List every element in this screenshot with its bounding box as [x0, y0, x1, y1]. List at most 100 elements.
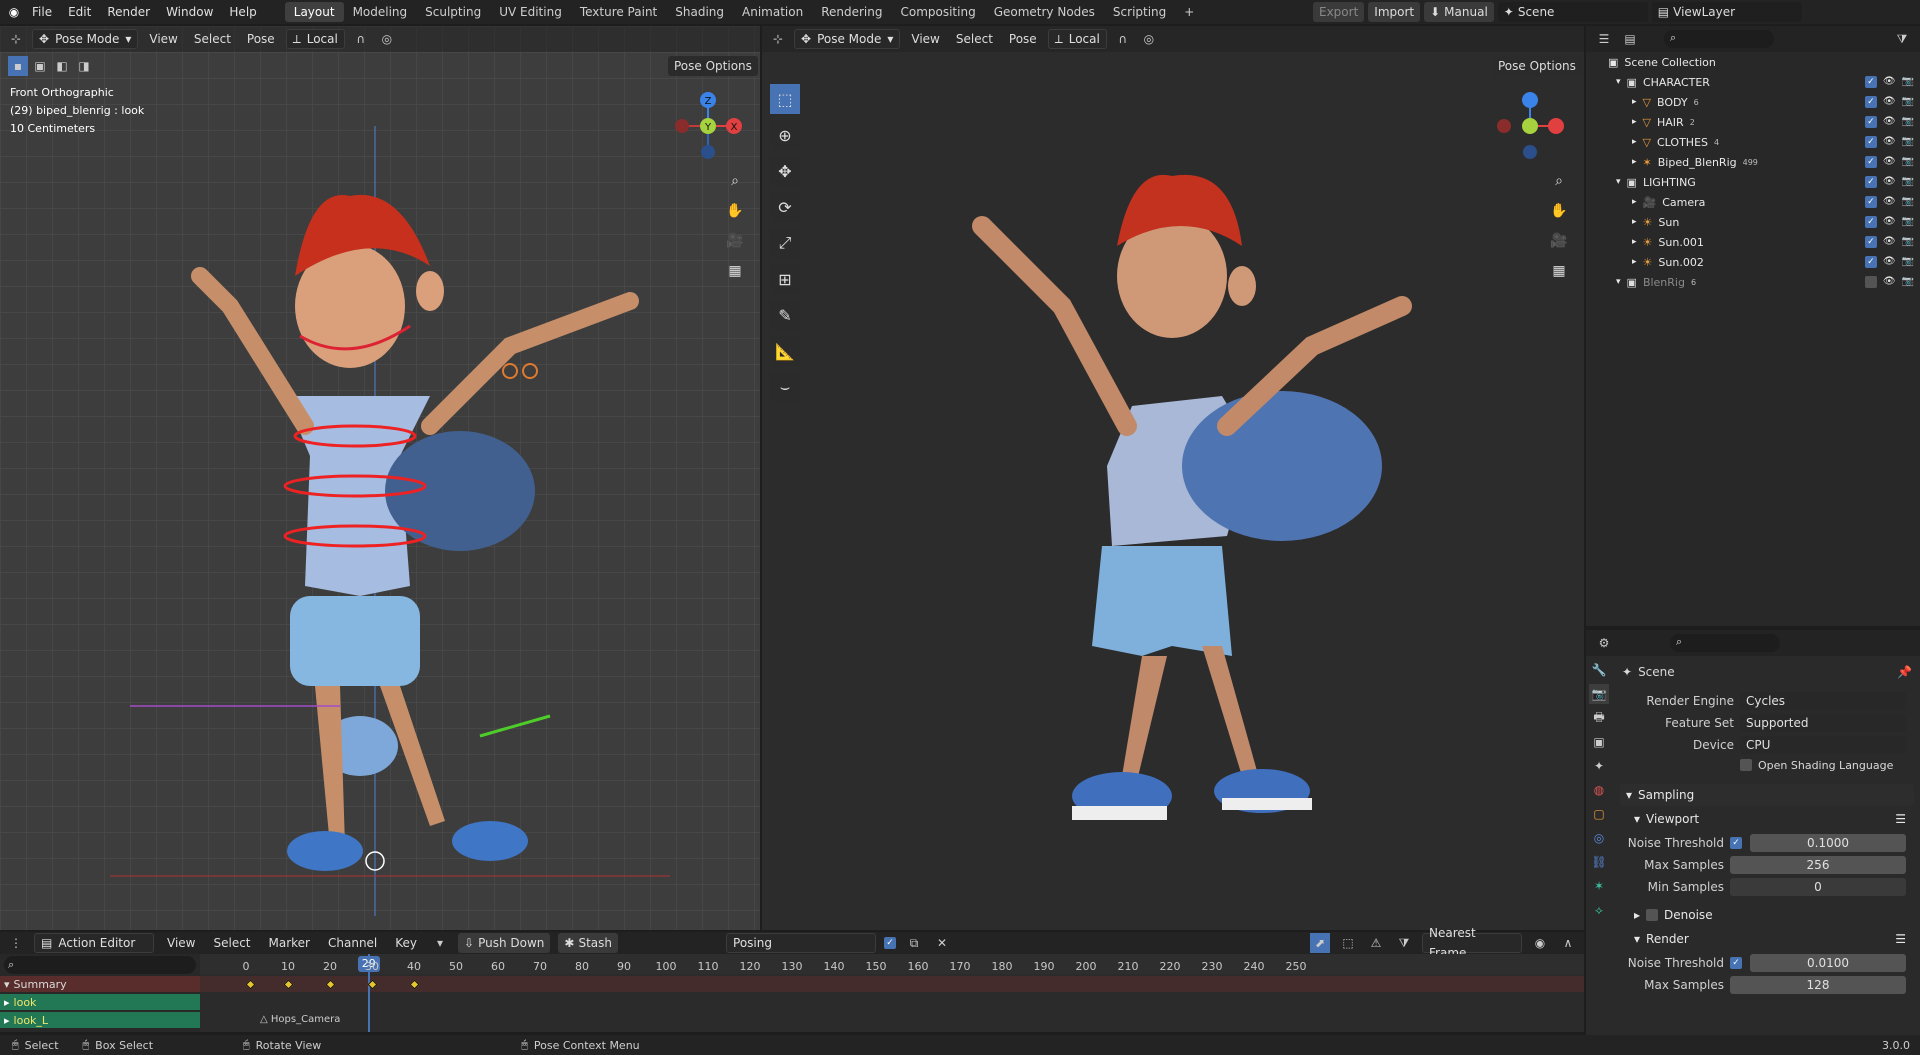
left-orientation-dropdown[interactable]: ⟂ Local [285, 29, 345, 49]
outliner-item[interactable]: ▸ ▽ CLOTHES 4 ✓ 👁 📷 [1586, 132, 1920, 152]
chevron-right-icon[interactable]: ▸ [1632, 97, 1637, 107]
right-menu-view[interactable]: View [906, 32, 944, 46]
pose-curve-tool-icon[interactable]: ⌣ [770, 372, 800, 402]
timeline-menu-select[interactable]: Select [208, 936, 255, 950]
select-subtract-icon[interactable]: ◧ [52, 56, 72, 76]
tab-sculpting[interactable]: Sculpting [416, 2, 490, 22]
chevron-right-icon[interactable]: ▸ [1632, 197, 1637, 207]
move-tool-icon[interactable]: ✥ [770, 156, 800, 186]
zoom-icon[interactable]: ⌕ [1546, 168, 1572, 194]
object-tab-icon[interactable]: ▢ [1589, 804, 1609, 824]
menu-file[interactable]: File [24, 0, 60, 24]
eye-icon[interactable]: 👁 [1883, 116, 1896, 128]
fake-user-toggle[interactable]: ✓ [884, 937, 897, 949]
eye-icon[interactable]: 👁 [1883, 216, 1896, 228]
import-button[interactable]: Import [1368, 2, 1421, 22]
eye-icon[interactable]: 👁 [1883, 176, 1896, 188]
snap-mode-dropdown[interactable]: Nearest Frame [1422, 926, 1522, 960]
tab-shading[interactable]: Shading [666, 2, 733, 22]
action-up-icon[interactable]: ▾ [430, 933, 450, 953]
channel-search-input[interactable]: ⌕ [4, 956, 196, 974]
device-dropdown[interactable]: CPU [1740, 736, 1906, 754]
right-navigation-gizmo[interactable] [1482, 84, 1572, 174]
render-camera-icon[interactable]: 📷 [1902, 116, 1914, 128]
export-button[interactable]: Export [1313, 2, 1365, 22]
chevron-down-icon[interactable]: ▾ [1616, 77, 1621, 87]
right-menu-pose[interactable]: Pose [1004, 32, 1042, 46]
duplicate-action-icon[interactable]: ⧉ [904, 933, 924, 953]
camera-view-icon[interactable]: 🎥 [1546, 228, 1572, 254]
render-camera-icon[interactable]: 📷 [1902, 276, 1914, 288]
output-tab-icon[interactable]: 🖶 [1589, 708, 1609, 728]
viewport-subsection-header[interactable]: ▾ Viewport ☰ [1620, 808, 1914, 830]
tab-compositing[interactable]: Compositing [891, 2, 984, 22]
chevron-right-icon[interactable]: ▸ [1632, 137, 1637, 147]
only-selected-icon[interactable]: ⬈ [1310, 933, 1330, 953]
blender-logo-icon[interactable]: ◉ [4, 2, 24, 22]
view-layer-selector[interactable]: ▤ ViewLayer [1651, 2, 1802, 22]
pan-hand-icon[interactable]: ✋ [722, 198, 748, 224]
eye-icon[interactable]: 👁 [1883, 136, 1896, 148]
eye-icon[interactable]: 👁 [1883, 196, 1896, 208]
exclude-checkbox[interactable]: ✓ [1864, 176, 1877, 188]
denoise-subsection-header[interactable]: ▸ Denoise [1620, 904, 1914, 926]
outliner-item[interactable]: ▸ ☀ Sun.001 ✓ 👁 📷 [1586, 232, 1920, 252]
exclude-checkbox[interactable]: ✓ [1864, 96, 1877, 108]
bone-tab-icon[interactable]: ✶ [1589, 876, 1609, 896]
outliner-item[interactable]: ▸ ✶ Biped_BlenRig 499 ✓ 👁 📷 [1586, 152, 1920, 172]
list-icon[interactable]: ☰ [1895, 932, 1914, 946]
tab-layout[interactable]: Layout [284, 2, 344, 22]
timeline-area[interactable]: 29 △ Hops_Camera 0 10 20 30 40 50 60 70 80 90 100 1… [200, 954, 1584, 1032]
outliner-item[interactable]: ▸ ▽ BODY 6 ✓ 👁 📷 [1586, 92, 1920, 112]
render-camera-icon[interactable]: 📷 [1902, 256, 1914, 268]
outliner-item[interactable]: ▾ ▣ CHARACTER ✓ 👁 📷 [1586, 72, 1920, 92]
tab-geometry-nodes[interactable]: Geometry Nodes [985, 2, 1104, 22]
left-viewport[interactable]: ⊹ ✥ Pose Mode ▾ View Select Pose ⟂ Local ∩ … [0, 26, 760, 930]
physics-tab-icon[interactable]: ◎ [1589, 828, 1609, 848]
gizmo-neg-z-axis[interactable] [1523, 145, 1537, 159]
measure-tool-icon[interactable]: 📐 [770, 336, 800, 366]
left-pose-options[interactable]: Pose Options [668, 56, 758, 76]
eye-icon[interactable]: 👁 [1883, 256, 1896, 268]
marker-hops-camera[interactable]: △ Hops_Camera [260, 1014, 340, 1025]
viewport-noise-threshold-checkbox[interactable]: ✓ [1730, 837, 1742, 849]
editor-type-icon[interactable]: ⊹ [6, 29, 26, 49]
gizmo-neg-z-axis[interactable] [701, 145, 715, 159]
sampling-section-header[interactable]: ▾ Sampling [1620, 784, 1914, 806]
render-camera-icon[interactable]: 📷 [1902, 196, 1914, 208]
right-viewport[interactable]: ⊹ ✥ Pose Mode ▾ View Select Pose ⟂ Local ∩ … [762, 26, 1584, 930]
editor-type-icon[interactable]: ⊹ [768, 29, 788, 49]
push-down-button[interactable]: ⇩ Push Down [458, 933, 551, 953]
tab-texture-paint[interactable]: Texture Paint [571, 2, 666, 22]
exclude-checkbox[interactable]: ✓ [1864, 116, 1877, 128]
scene-selector[interactable]: ✦ Scene [1497, 2, 1648, 22]
render-max-samples-field[interactable]: 128 [1730, 976, 1906, 994]
outliner-item[interactable]: ▸ ▽ HAIR 2 ✓ 👁 📷 [1586, 112, 1920, 132]
exclude-checkbox[interactable]: ✓ [1864, 256, 1877, 268]
rotate-tool-icon[interactable]: ⟳ [770, 192, 800, 222]
pan-hand-icon[interactable]: ✋ [1546, 198, 1572, 224]
select-extend-icon[interactable]: ▣ [30, 56, 50, 76]
properties-editor-icon[interactable]: ⚙ [1594, 633, 1614, 653]
timeline-menu-key[interactable]: Key [390, 936, 422, 950]
osl-checkbox[interactable] [1740, 759, 1752, 771]
left-menu-view[interactable]: View [144, 32, 182, 46]
viewport-min-samples-field[interactable]: 0 [1730, 878, 1906, 896]
annotate-tool-icon[interactable]: ✎ [770, 300, 800, 330]
left-mode-dropdown[interactable]: ✥ Pose Mode ▾ [32, 29, 139, 49]
channel-look-l[interactable]: ▸ look_L [0, 1012, 200, 1028]
show-hidden-icon[interactable]: ⬚ [1338, 933, 1358, 953]
chevron-right-icon[interactable]: ▸ [1632, 257, 1637, 267]
world-tab-icon[interactable]: ◍ [1589, 780, 1609, 800]
unlink-action-icon[interactable]: ✕ [932, 933, 952, 953]
exclude-checkbox[interactable]: ✓ [1864, 236, 1877, 248]
outliner-item[interactable]: ▸ ☀ Sun ✓ 👁 📷 [1586, 212, 1920, 232]
feature-set-dropdown[interactable]: Supported [1740, 714, 1906, 732]
select-new-icon[interactable]: ▪ [8, 56, 28, 76]
exclude-checkbox[interactable]: ✓ [1864, 196, 1877, 208]
gizmo-neg-x-axis[interactable] [675, 119, 689, 133]
tab-scripting[interactable]: Scripting [1104, 2, 1175, 22]
chevron-down-icon[interactable]: ▾ [1616, 277, 1621, 287]
menu-help[interactable]: Help [221, 0, 264, 24]
viewport-noise-threshold-field[interactable]: 0.1000 [1750, 834, 1906, 852]
